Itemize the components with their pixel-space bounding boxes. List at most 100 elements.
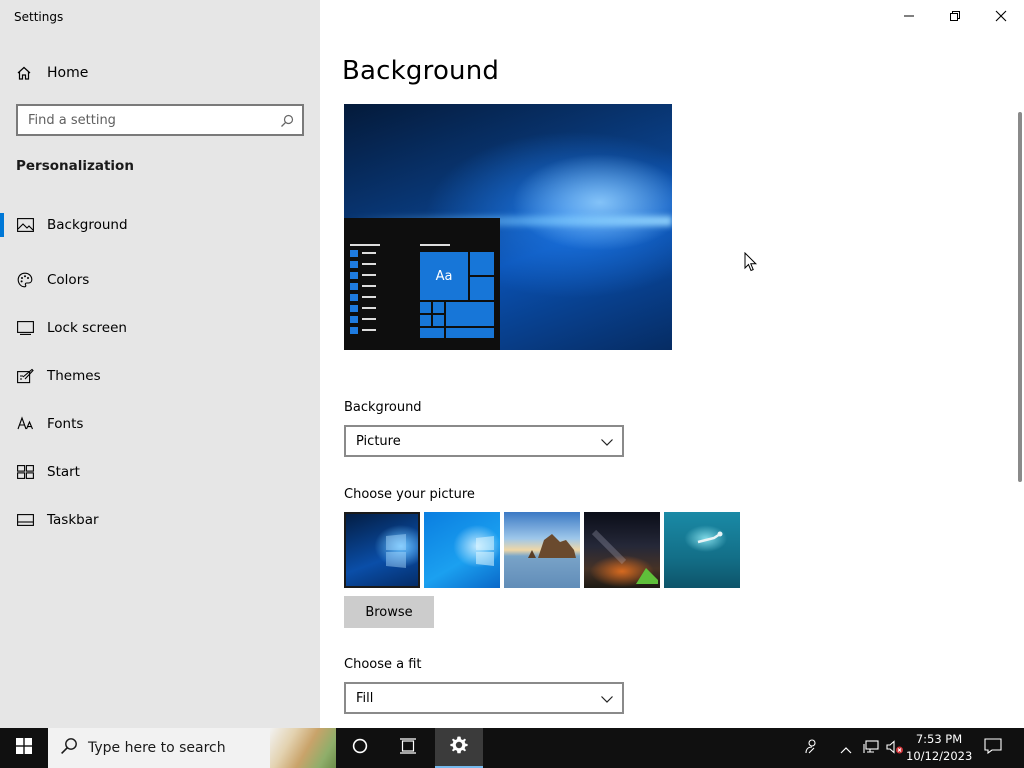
- preview-line: [350, 244, 380, 246]
- sidebar-item-label: Taskbar: [47, 512, 99, 528]
- fonts-icon: [16, 415, 34, 433]
- preview-tile: [446, 302, 494, 326]
- taskbar-search-box[interactable]: Type here to search: [48, 728, 336, 768]
- preview-tile: [433, 302, 444, 313]
- start-button[interactable]: [0, 728, 48, 768]
- choose-picture-label: Choose your picture: [344, 487, 475, 502]
- background-type-label: Background: [344, 400, 422, 415]
- sidebar-item-background[interactable]: Background: [0, 208, 320, 242]
- task-view-icon: [399, 738, 417, 758]
- preview-tile: [470, 277, 494, 300]
- picture-icon: [16, 216, 34, 234]
- preview-row: [350, 281, 380, 291]
- sidebar-item-lock-screen[interactable]: Lock screen: [0, 304, 320, 352]
- picture-thumbnails: [344, 512, 744, 588]
- themes-icon: [16, 367, 34, 385]
- sidebar-item-taskbar[interactable]: Taskbar: [0, 496, 320, 544]
- section-title: Personalization: [16, 158, 134, 174]
- choose-fit-value: Fill: [356, 690, 374, 706]
- content-scrollbar[interactable]: [1018, 112, 1022, 482]
- people-icon: [803, 738, 819, 758]
- gear-icon: [449, 735, 469, 759]
- sidebar-item-themes[interactable]: Themes: [0, 352, 320, 400]
- cortana-circle-icon: [352, 738, 368, 758]
- background-type-dropdown[interactable]: Picture: [344, 425, 624, 457]
- network-icon: [863, 739, 879, 758]
- network-button[interactable]: [860, 728, 882, 768]
- sidebar-item-colors[interactable]: Colors: [0, 256, 320, 304]
- close-icon: [995, 7, 1007, 26]
- search-highlight-image: [270, 728, 336, 768]
- picture-thumbnail-windows-blue-dark[interactable]: [344, 512, 420, 588]
- palette-icon: [16, 271, 34, 289]
- sidebar-item-label: Lock screen: [47, 320, 127, 336]
- picture-thumbnail-night-sky[interactable]: [584, 512, 660, 588]
- sidebar-item-label: Themes: [47, 368, 101, 384]
- preview-tile: [420, 302, 431, 313]
- preview-row: [350, 292, 380, 302]
- preview-tile: [420, 328, 444, 338]
- preview-tiles: Aa: [420, 252, 494, 338]
- home-icon: [16, 65, 32, 81]
- browse-button[interactable]: Browse: [344, 596, 434, 628]
- preview-app-list: [350, 248, 380, 336]
- preview-tile: [446, 328, 494, 338]
- tent-graphic: [591, 529, 658, 584]
- preview-start-menu: Aa: [344, 218, 500, 350]
- mouse-cursor-icon: [744, 251, 758, 272]
- personalization-nav: Background Colors Lock screen Themes Fon…: [0, 208, 320, 544]
- minimize-button[interactable]: [886, 0, 932, 32]
- close-button[interactable]: [978, 0, 1024, 32]
- preview-tile: [420, 315, 431, 326]
- search-icon[interactable]: [280, 113, 294, 127]
- start-icon: [16, 463, 34, 481]
- desktop-preview: Aa: [344, 104, 672, 350]
- app-title: Settings: [14, 10, 64, 24]
- windows-logo-icon: [16, 738, 32, 758]
- search-icon: [60, 737, 78, 759]
- preview-row: [350, 270, 380, 280]
- picture-thumbnail-underwater-swimmer[interactable]: [664, 512, 740, 588]
- notification-icon: [984, 738, 1002, 758]
- preview-line: [420, 244, 450, 246]
- restore-icon: [949, 7, 961, 26]
- swimmer-graphic: [697, 531, 723, 544]
- show-hidden-icons-button[interactable]: [836, 728, 856, 768]
- picture-thumbnail-coastal-rocks[interactable]: [504, 512, 580, 588]
- windows-logo-graphic: [386, 534, 406, 568]
- chevron-down-icon: [600, 691, 614, 705]
- find-setting-input[interactable]: [28, 112, 280, 128]
- cortana-button[interactable]: [336, 728, 384, 768]
- taskbar-settings-app[interactable]: [435, 728, 483, 768]
- preview-tile-text: Aa: [420, 252, 468, 300]
- preview-row: [350, 259, 380, 269]
- chevron-up-icon: [840, 739, 852, 758]
- chevron-down-icon: [600, 434, 614, 448]
- preview-row: [350, 314, 380, 324]
- sidebar-item-label: Start: [47, 464, 80, 480]
- page-title: Background: [342, 56, 500, 86]
- volume-muted-icon: [886, 739, 904, 758]
- preview-row: [350, 303, 380, 313]
- choose-fit-dropdown[interactable]: Fill: [344, 682, 624, 714]
- action-center-button[interactable]: [978, 728, 1008, 768]
- taskbar-clock[interactable]: 7:53 PM 10/12/2023: [906, 731, 972, 765]
- sidebar-item-fonts[interactable]: Fonts: [0, 400, 320, 448]
- windows-logo-graphic: [476, 536, 494, 566]
- taskbar: Type here to search 7:53 PM 10/12/2023: [0, 728, 1024, 768]
- sidebar-item-start[interactable]: Start: [0, 448, 320, 496]
- sidebar-item-label: Fonts: [47, 416, 84, 432]
- task-view-button[interactable]: [384, 728, 432, 768]
- sidebar-item-label: Background: [47, 217, 128, 233]
- clock-time: 7:53 PM: [915, 732, 963, 746]
- people-button[interactable]: [798, 728, 824, 768]
- volume-button[interactable]: [884, 728, 906, 768]
- preview-row: [350, 325, 380, 335]
- restore-button[interactable]: [932, 0, 978, 32]
- home-link[interactable]: Home: [16, 62, 88, 84]
- sidebar: Settings Home Personalization Background…: [0, 0, 320, 728]
- taskbar-icon: [16, 511, 34, 529]
- find-setting-search[interactable]: [16, 104, 304, 136]
- picture-thumbnail-windows-blue-light[interactable]: [424, 512, 500, 588]
- home-label: Home: [47, 65, 89, 81]
